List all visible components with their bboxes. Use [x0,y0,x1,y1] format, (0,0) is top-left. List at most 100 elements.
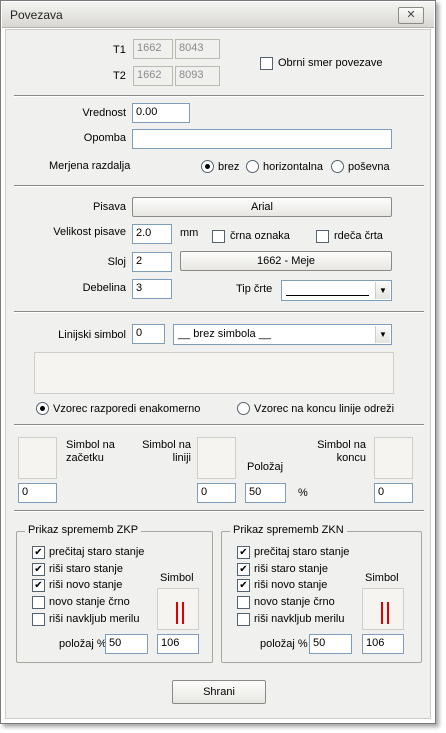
start-symbol-preview[interactable] [18,437,57,479]
linijski-simbol-value: __ brez simbola __ [178,328,271,340]
separator [14,95,424,97]
line-symbol-label: Simbol na liniji [142,439,191,464]
zkp-label-preciti: prečitaj staro stanje [49,546,145,558]
end-symbol-input[interactable]: 0 [374,483,413,503]
debelina-input[interactable]: 3 [132,279,172,299]
line-symbol-input[interactable]: 0 [197,483,236,503]
line-symbol-preview [34,352,394,394]
zkn-checkbox-navkljub[interactable] [237,613,250,626]
velikost-label: Velikost pisave [53,226,126,238]
vrednost-input[interactable]: 0.00 [132,103,190,123]
linijski-simbol-label: Linijski simbol [58,329,126,341]
dialog-window: Povezava ✕ T1 1662 8043 T2 1662 8093 Obr… [0,0,436,724]
opomba-input[interactable] [132,129,392,149]
reverse-direction-checkbox[interactable] [260,57,273,70]
zkn-label-navkljub: riši navkljub merilu [254,613,345,625]
zkp-symbol-glyph [174,602,186,624]
zkp-label-novo-crno: novo stanje črno [49,596,130,608]
zkp-group: Prikaz sprememb ZKP ✔ prečitaj staro sta… [16,524,213,663]
start-symbol-label: Simbol na začetku [66,439,115,464]
separator [14,311,424,313]
zkn-label-novo-crno: novo stanje črno [254,596,335,608]
zkn-symbol-input[interactable]: 106 [362,634,404,654]
zkn-polozaj-label: položaj % [260,638,308,650]
zkn-symbol-preview[interactable] [362,588,404,630]
rdeca-crta-label: rdeča črta [334,230,383,242]
t2-first-field[interactable]: 1662 [133,66,173,86]
razdalja-label: Merjena razdalja [49,160,131,172]
polozaj-label: Položaj [247,461,284,473]
zkp-checkbox-novo-crno[interactable] [32,596,45,609]
razdalja-posevna-radio[interactable] [331,160,344,173]
zkp-polozaj-label: položaj % [59,638,107,650]
zkn-polozaj-input[interactable]: 50 [309,634,352,654]
zkn-checkbox-risi-staro[interactable]: ✔ [237,563,250,576]
zkp-checkbox-risi-staro[interactable]: ✔ [32,563,45,576]
chevron-down-icon[interactable]: ▼ [375,326,390,343]
tip-crte-select[interactable]: ▼ [281,280,392,301]
velikost-unit: mm [180,227,199,239]
start-symbol-input[interactable]: 0 [18,483,57,503]
polozaj-input[interactable]: 50 [245,483,286,503]
zkn-label-preciti: prečitaj staro stanje [254,546,350,558]
linijski-simbol-select[interactable]: __ brez simbola __ ▼ [173,324,392,345]
zkp-checkbox-navkljub[interactable] [32,613,45,626]
chevron-down-icon[interactable]: ▼ [375,282,390,299]
zkn-group-title: Prikaz sprememb ZKN [230,524,347,536]
t1-first-field[interactable]: 1662 [133,39,173,59]
zkp-symbol-input[interactable]: 106 [157,634,199,654]
t1-label: T1 [113,44,126,56]
crna-oznaka-checkbox[interactable] [212,230,225,243]
pisava-label: Pisava [92,201,126,213]
zkp-symbol-label: Simbol [160,572,194,584]
zkn-checkbox-preciti[interactable]: ✔ [237,546,250,559]
vzorec-odrezi-label: Vzorec na koncu linije odreži [254,403,395,415]
line-symbol-box[interactable] [197,437,236,479]
pisava-button[interactable]: Arial [132,197,392,217]
zkp-label-risi-staro: riši staro stanje [49,563,123,575]
save-button[interactable]: Shrani [172,680,266,704]
zkn-symbol-glyph [379,602,391,624]
zkn-group: Prikaz sprememb ZKN ✔ prečitaj staro sta… [221,524,422,663]
zkn-symbol-label: Simbol [365,572,399,584]
sloj-input[interactable]: 2 [132,252,172,272]
sloj-button[interactable]: 1662 - Meje [180,251,392,271]
crna-oznaka-label: črna oznaka [230,230,290,242]
razdalja-horizontalna-radio[interactable] [246,160,259,173]
vzorec-enakomerno-radio[interactable] [36,402,49,415]
vrednost-label: Vrednost [82,107,126,119]
zkn-checkbox-novo-crno[interactable] [237,596,250,609]
dialog-body: T1 1662 8043 T2 1662 8093 Obrni smer pov… [5,29,431,719]
velikost-input[interactable]: 2.0 [132,224,172,244]
zkp-label-risi-novo: riši novo stanje [49,579,123,591]
zkp-checkbox-preciti[interactable]: ✔ [32,546,45,559]
t1-second-field[interactable]: 8043 [175,39,220,59]
rdeca-crta-checkbox[interactable] [316,230,329,243]
tip-crte-label: Tip črte [236,283,273,295]
t2-label: T2 [113,70,126,82]
zkp-checkbox-risi-novo[interactable]: ✔ [32,579,45,592]
razdalja-brez-radio[interactable] [201,160,214,173]
end-symbol-preview[interactable] [374,437,413,479]
zkn-checkbox-risi-novo[interactable]: ✔ [237,579,250,592]
polozaj-unit: % [298,487,308,499]
razdalja-horizontalna-label: horizontalna [263,161,323,173]
window-title: Povezava [10,8,63,22]
zkn-label-risi-staro: riši staro stanje [254,563,328,575]
zkp-label-navkljub: riši navkljub merilu [49,613,140,625]
separator [14,510,424,512]
zkp-polozaj-input[interactable]: 50 [105,634,148,654]
razdalja-brez-label: brez [218,161,240,173]
zkp-group-title: Prikaz sprememb ZKP [25,524,142,536]
t2-second-field[interactable]: 8093 [175,66,220,86]
opomba-label: Opomba [83,132,126,144]
separator [14,185,424,187]
close-button[interactable]: ✕ [398,7,424,24]
zkp-symbol-preview[interactable] [157,588,199,630]
separator [14,424,424,426]
reverse-direction-label: Obrni smer povezave [278,57,383,69]
linijski-simbol-number[interactable]: 0 [132,324,165,344]
title-bar[interactable]: Povezava ✕ [2,2,434,28]
vzorec-odrezi-radio[interactable] [237,402,250,415]
razdalja-posevna-label: poševna [348,161,390,173]
